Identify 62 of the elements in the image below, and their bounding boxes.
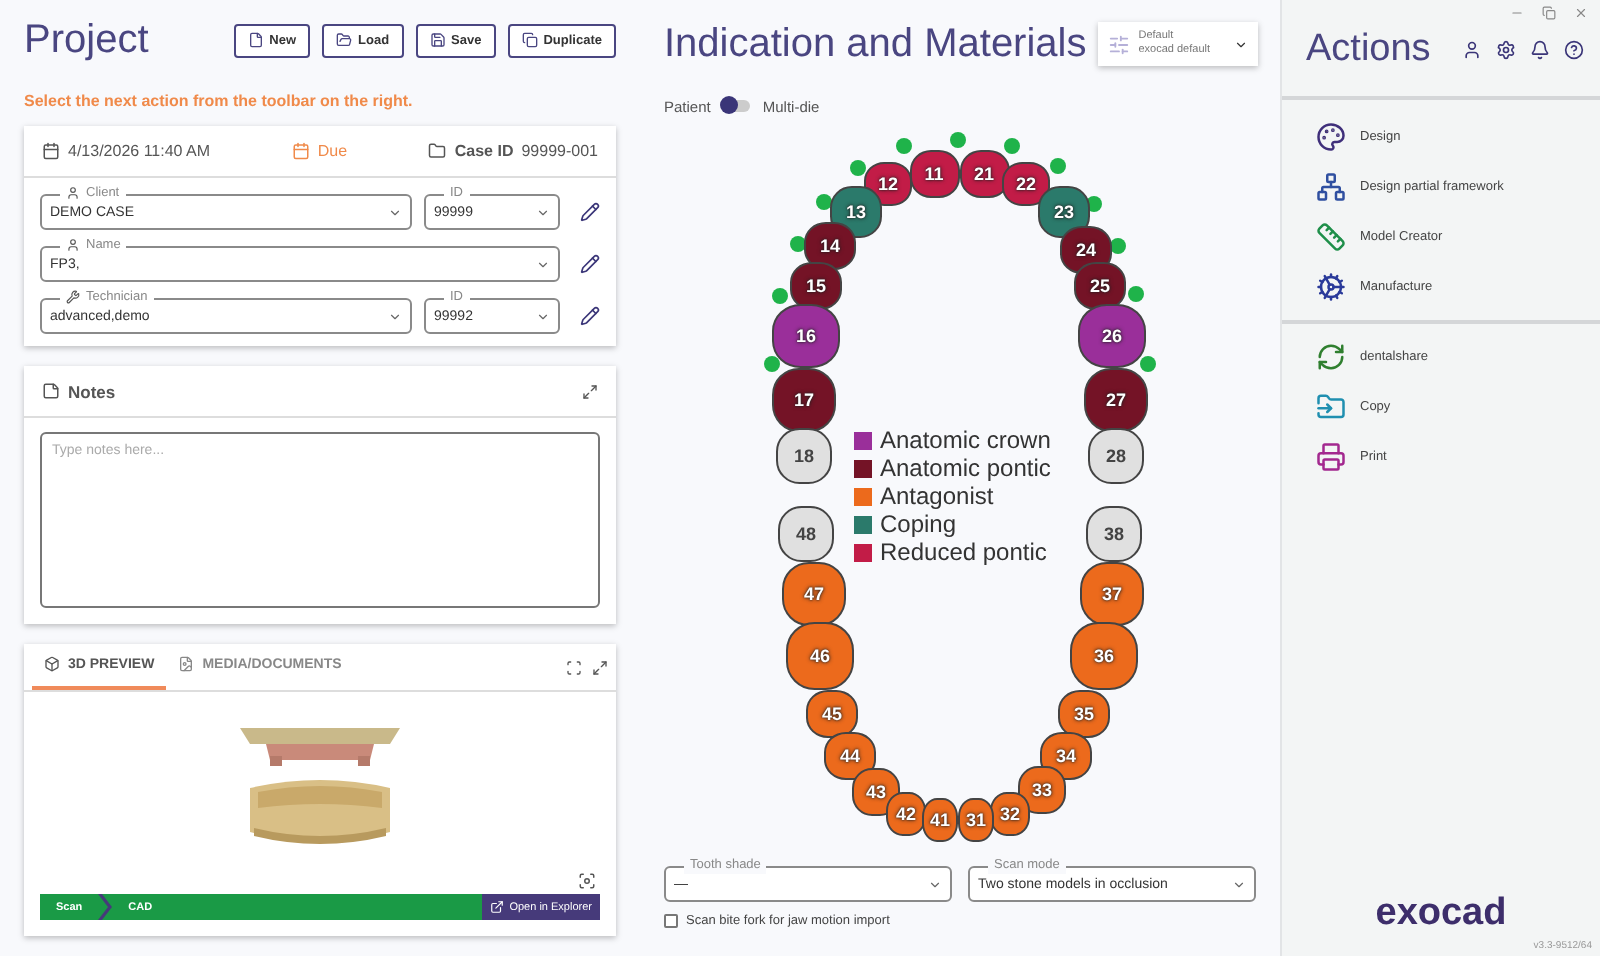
tooth[interactable]: 38 [1086,506,1142,562]
case-id: 99999-001 [521,142,598,160]
calendar-icon [42,142,60,160]
tooth[interactable]: 21 [959,150,1009,198]
file-icon [247,32,264,48]
tooth[interactable]: 18 [776,428,832,484]
tooth[interactable]: 14 [804,222,856,270]
notes-title: Notes [68,381,116,401]
legend-label: Anatomic crown [880,428,1051,454]
expand-icon[interactable] [582,383,598,399]
calendar-icon [291,142,310,160]
legend-label: Anatomic pontic [880,456,1051,482]
restore-icon[interactable] [1542,6,1556,20]
focus-icon[interactable] [578,872,596,890]
person-icon [66,186,80,200]
case-date: 4/13/2026 11:40 AM [68,142,211,160]
due-label: Due [317,142,348,160]
actions-title: Actions [1306,28,1433,72]
floppy-icon [429,32,446,48]
folder-icon [336,32,353,48]
legend-label: Antagonist [880,484,994,510]
chevron-icon [98,894,113,920]
help-icon[interactable] [1564,40,1584,60]
tooth[interactable]: 22 [1002,162,1050,206]
section-title: Indication and Materials [664,21,1087,67]
tooth[interactable]: 25 [1074,262,1126,310]
tooth[interactable]: 48 [778,506,834,562]
page-title: Project [24,17,151,63]
logo: exocad [1373,892,1509,936]
tooth[interactable]: 13 [830,186,882,238]
cube-icon [44,656,60,672]
bell-icon[interactable] [1530,40,1550,60]
case-id-label: Case ID [454,142,514,160]
open-icon [489,900,504,914]
tooth[interactable]: 11 [909,150,959,198]
settings-icon[interactable] [1496,40,1516,60]
tooth[interactable]: 26 [1078,304,1146,368]
edit-icon[interactable] [580,306,600,326]
mode-switch[interactable] [722,100,751,112]
sliders-icon [1108,33,1131,55]
edit-icon[interactable] [580,254,600,274]
copy-icon [521,32,538,48]
fullscreen-icon[interactable] [566,659,582,675]
wrench-icon [66,290,80,304]
person-icon [66,238,80,252]
close-icon[interactable] [1574,6,1588,20]
legend-label: Coping [880,512,957,538]
hint-text: Select the next action from the toolbar on the right. [24,92,415,110]
user-icon[interactable] [1462,40,1482,60]
tooth[interactable]: 16 [772,304,840,368]
legend-label: Reduced pontic [880,540,1047,566]
notes-icon [42,382,60,400]
tooth[interactable]: 12 [864,162,912,206]
file-icon [178,656,195,672]
tooth[interactable]: 17 [772,368,836,432]
expand-icon[interactable] [592,659,608,675]
tooth[interactable]: 28 [1088,428,1144,484]
checkbox[interactable] [664,914,678,928]
tooth[interactable]: 15 [790,262,842,310]
edit-icon[interactable] [580,202,600,222]
tooth[interactable]: 27 [1084,368,1148,432]
folder-icon [428,142,447,160]
